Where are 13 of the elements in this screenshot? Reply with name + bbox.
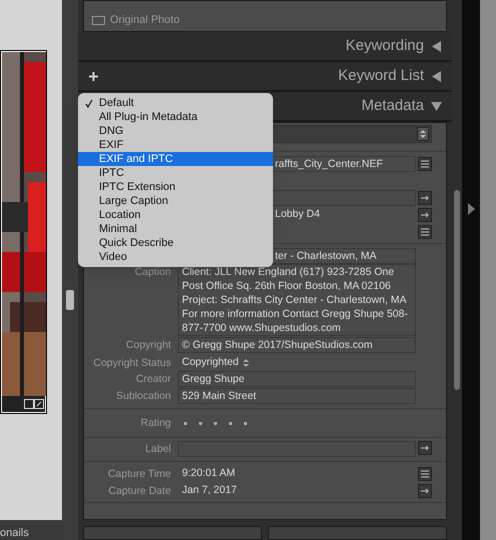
field-label: Label	[145, 443, 171, 455]
field-label: Capture Time	[108, 468, 171, 480]
field-label: Sublocation	[116, 390, 171, 402]
field-label: Copyright	[126, 339, 171, 351]
field-value: 9:20:01 AM	[181, 466, 236, 481]
field-value: Lobby D4	[275, 208, 320, 220]
checkbox-label: Original Photo	[110, 12, 180, 28]
field-label: Capture Date	[108, 484, 171, 496]
field-label: Copyright Status	[93, 356, 171, 368]
field-label: Creator	[136, 373, 171, 385]
field-label: Rating	[140, 417, 171, 429]
field-label: Caption	[134, 266, 171, 278]
field-value: Jan 7, 2017	[181, 482, 238, 498]
